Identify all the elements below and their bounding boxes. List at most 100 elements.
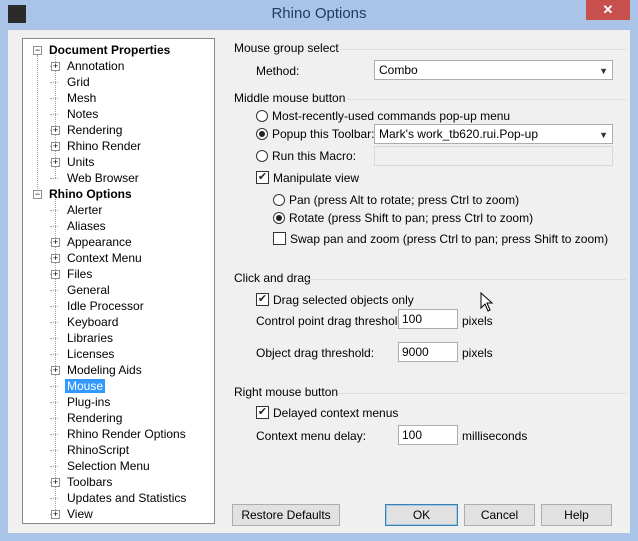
tree-connector [50, 306, 58, 307]
popup-toolbar-select[interactable]: Mark's work_tb620.rui.Pop-up ▼ [374, 124, 613, 144]
expand-icon[interactable]: + [51, 158, 60, 167]
window-title: Rhino Options [271, 5, 367, 22]
cp-threshold-label: Control point drag threshold: [256, 314, 408, 328]
tree-connector [50, 418, 58, 419]
context-delay-input[interactable]: 100 [398, 425, 458, 445]
expand-icon[interactable]: + [51, 366, 60, 375]
radio-popup-toolbar[interactable] [256, 128, 268, 140]
title-bar[interactable]: Rhino Options ✕ [0, 0, 638, 28]
tree-connector [50, 322, 58, 323]
tree-item[interactable]: Rendering [65, 122, 124, 138]
tree-item[interactable]: Alerter [65, 202, 104, 218]
restore-defaults-button[interactable]: Restore Defaults [232, 504, 340, 526]
radio-recent-commands[interactable] [256, 110, 268, 122]
tree-item[interactable]: Toolbars [65, 474, 114, 490]
tree-item-label: Updates and Statistics [67, 491, 187, 505]
checkbox-drag-selected[interactable]: ✔ [256, 293, 269, 306]
options-tree[interactable]: Document Properties − Annotation + Grid Mesh N… [22, 38, 215, 524]
checkbox-drag-selected-label: Drag selected objects only [273, 293, 414, 307]
tree-item[interactable]: Rhino Options [47, 186, 134, 202]
tree-item-label: Context Menu [67, 251, 142, 265]
tree-item[interactable]: Annotation [65, 58, 126, 74]
obj-threshold-input[interactable]: 9000 [398, 342, 458, 362]
tree-item[interactable]: Mouse [65, 378, 106, 394]
tree-item-label: Plug-ins [67, 395, 111, 409]
tree-item-label: Idle Processor [67, 299, 144, 313]
checkbox-delayed-context[interactable]: ✔ [256, 406, 269, 419]
tree-item[interactable]: Notes [65, 106, 100, 122]
group-divider [340, 49, 626, 50]
tree-connector [50, 98, 58, 99]
tree-item-label: Web Browser [67, 171, 139, 185]
radio-pan[interactable] [273, 194, 285, 206]
tree-item[interactable]: Modeling Aids [65, 362, 144, 378]
ok-button[interactable]: OK [385, 504, 458, 526]
tree-item-label: Aliases [67, 219, 106, 233]
cp-threshold-unit: pixels [462, 314, 493, 328]
tree-connector [50, 386, 58, 387]
expand-icon[interactable]: + [51, 254, 60, 263]
tree-item[interactable]: Aliases [65, 218, 108, 234]
tree-item[interactable]: Idle Processor [65, 298, 146, 314]
tree-item-label: Libraries [67, 331, 114, 345]
tree-item-label: Mesh [67, 91, 97, 105]
expand-icon[interactable]: + [51, 142, 60, 151]
tree-item-label: Units [67, 155, 95, 169]
radio-pan-label: Pan (press Alt to rotate; press Ctrl to … [289, 193, 520, 207]
tree-item[interactable]: Rendering [65, 410, 124, 426]
tree-item[interactable]: Document Properties [47, 42, 172, 58]
context-delay-unit: milliseconds [462, 429, 528, 443]
help-button[interactable]: Help [541, 504, 612, 526]
expand-icon[interactable]: + [51, 238, 60, 247]
tree-item[interactable]: Appearance [65, 234, 134, 250]
group-heading-mouse-group-select: Mouse group select [234, 41, 339, 55]
tree-item[interactable]: Rhino Render Options [65, 426, 188, 442]
tree-connector [50, 114, 58, 115]
tree-item[interactable]: Selection Menu [65, 458, 152, 474]
collapse-icon[interactable]: − [33, 46, 42, 55]
expand-icon[interactable]: + [51, 478, 60, 487]
checkbox-swap-pan-zoom-label: Swap pan and zoom (press Ctrl to pan; pr… [290, 232, 609, 246]
tree-item[interactable]: View [65, 506, 95, 522]
tree-item-label: Files [67, 267, 93, 281]
tree-item[interactable]: RhinoScript [65, 442, 131, 458]
collapse-icon[interactable]: − [33, 190, 42, 199]
tree-item[interactable]: Mesh [65, 90, 98, 106]
cancel-button[interactable]: Cancel [464, 504, 535, 526]
radio-run-macro[interactable] [256, 150, 268, 162]
tree-item[interactable]: Grid [65, 74, 92, 90]
tree-connector [50, 178, 58, 179]
radio-run-macro-label: Run this Macro: [272, 149, 357, 163]
tree-item-label: Annotation [67, 59, 125, 73]
cp-threshold-input[interactable]: 100 [398, 309, 458, 329]
expand-icon[interactable]: + [51, 62, 60, 71]
radio-rotate-label: Rotate (press Shift to pan; press Ctrl t… [289, 211, 534, 225]
method-select[interactable]: Combo ▼ [374, 60, 613, 80]
group-divider [346, 99, 626, 100]
tree-item[interactable]: Context Menu [65, 250, 144, 266]
checkbox-swap-pan-zoom[interactable] [273, 232, 286, 245]
tree-item[interactable]: Web Browser [65, 170, 141, 186]
expand-icon[interactable]: + [51, 126, 60, 135]
tree-item[interactable]: Keyboard [65, 314, 120, 330]
tree-item[interactable]: Files [65, 266, 94, 282]
tree-connector [50, 226, 58, 227]
radio-rotate[interactable] [273, 212, 285, 224]
tree-item-label: Toolbars [67, 475, 113, 489]
tree-connector [50, 354, 58, 355]
tree-item[interactable]: Units [65, 154, 96, 170]
tree-item[interactable]: General [65, 282, 112, 298]
tree-item[interactable]: Plug-ins [65, 394, 112, 410]
tree-item-label: Mouse [65, 379, 106, 393]
macro-input[interactable] [374, 146, 613, 166]
close-button[interactable]: ✕ [586, 0, 630, 20]
tree-item[interactable]: Licenses [65, 346, 116, 362]
tree-item-label: General [67, 283, 110, 297]
tree-item[interactable]: Libraries [65, 330, 115, 346]
checkbox-manipulate-view[interactable]: ✔ [256, 171, 269, 184]
expand-icon[interactable]: + [51, 510, 60, 519]
tree-item[interactable]: Rhino Render [65, 138, 143, 154]
tree-item[interactable]: Updates and Statistics [65, 490, 188, 506]
checkbox-manipulate-view-label: Manipulate view [273, 171, 360, 185]
expand-icon[interactable]: + [51, 270, 60, 279]
